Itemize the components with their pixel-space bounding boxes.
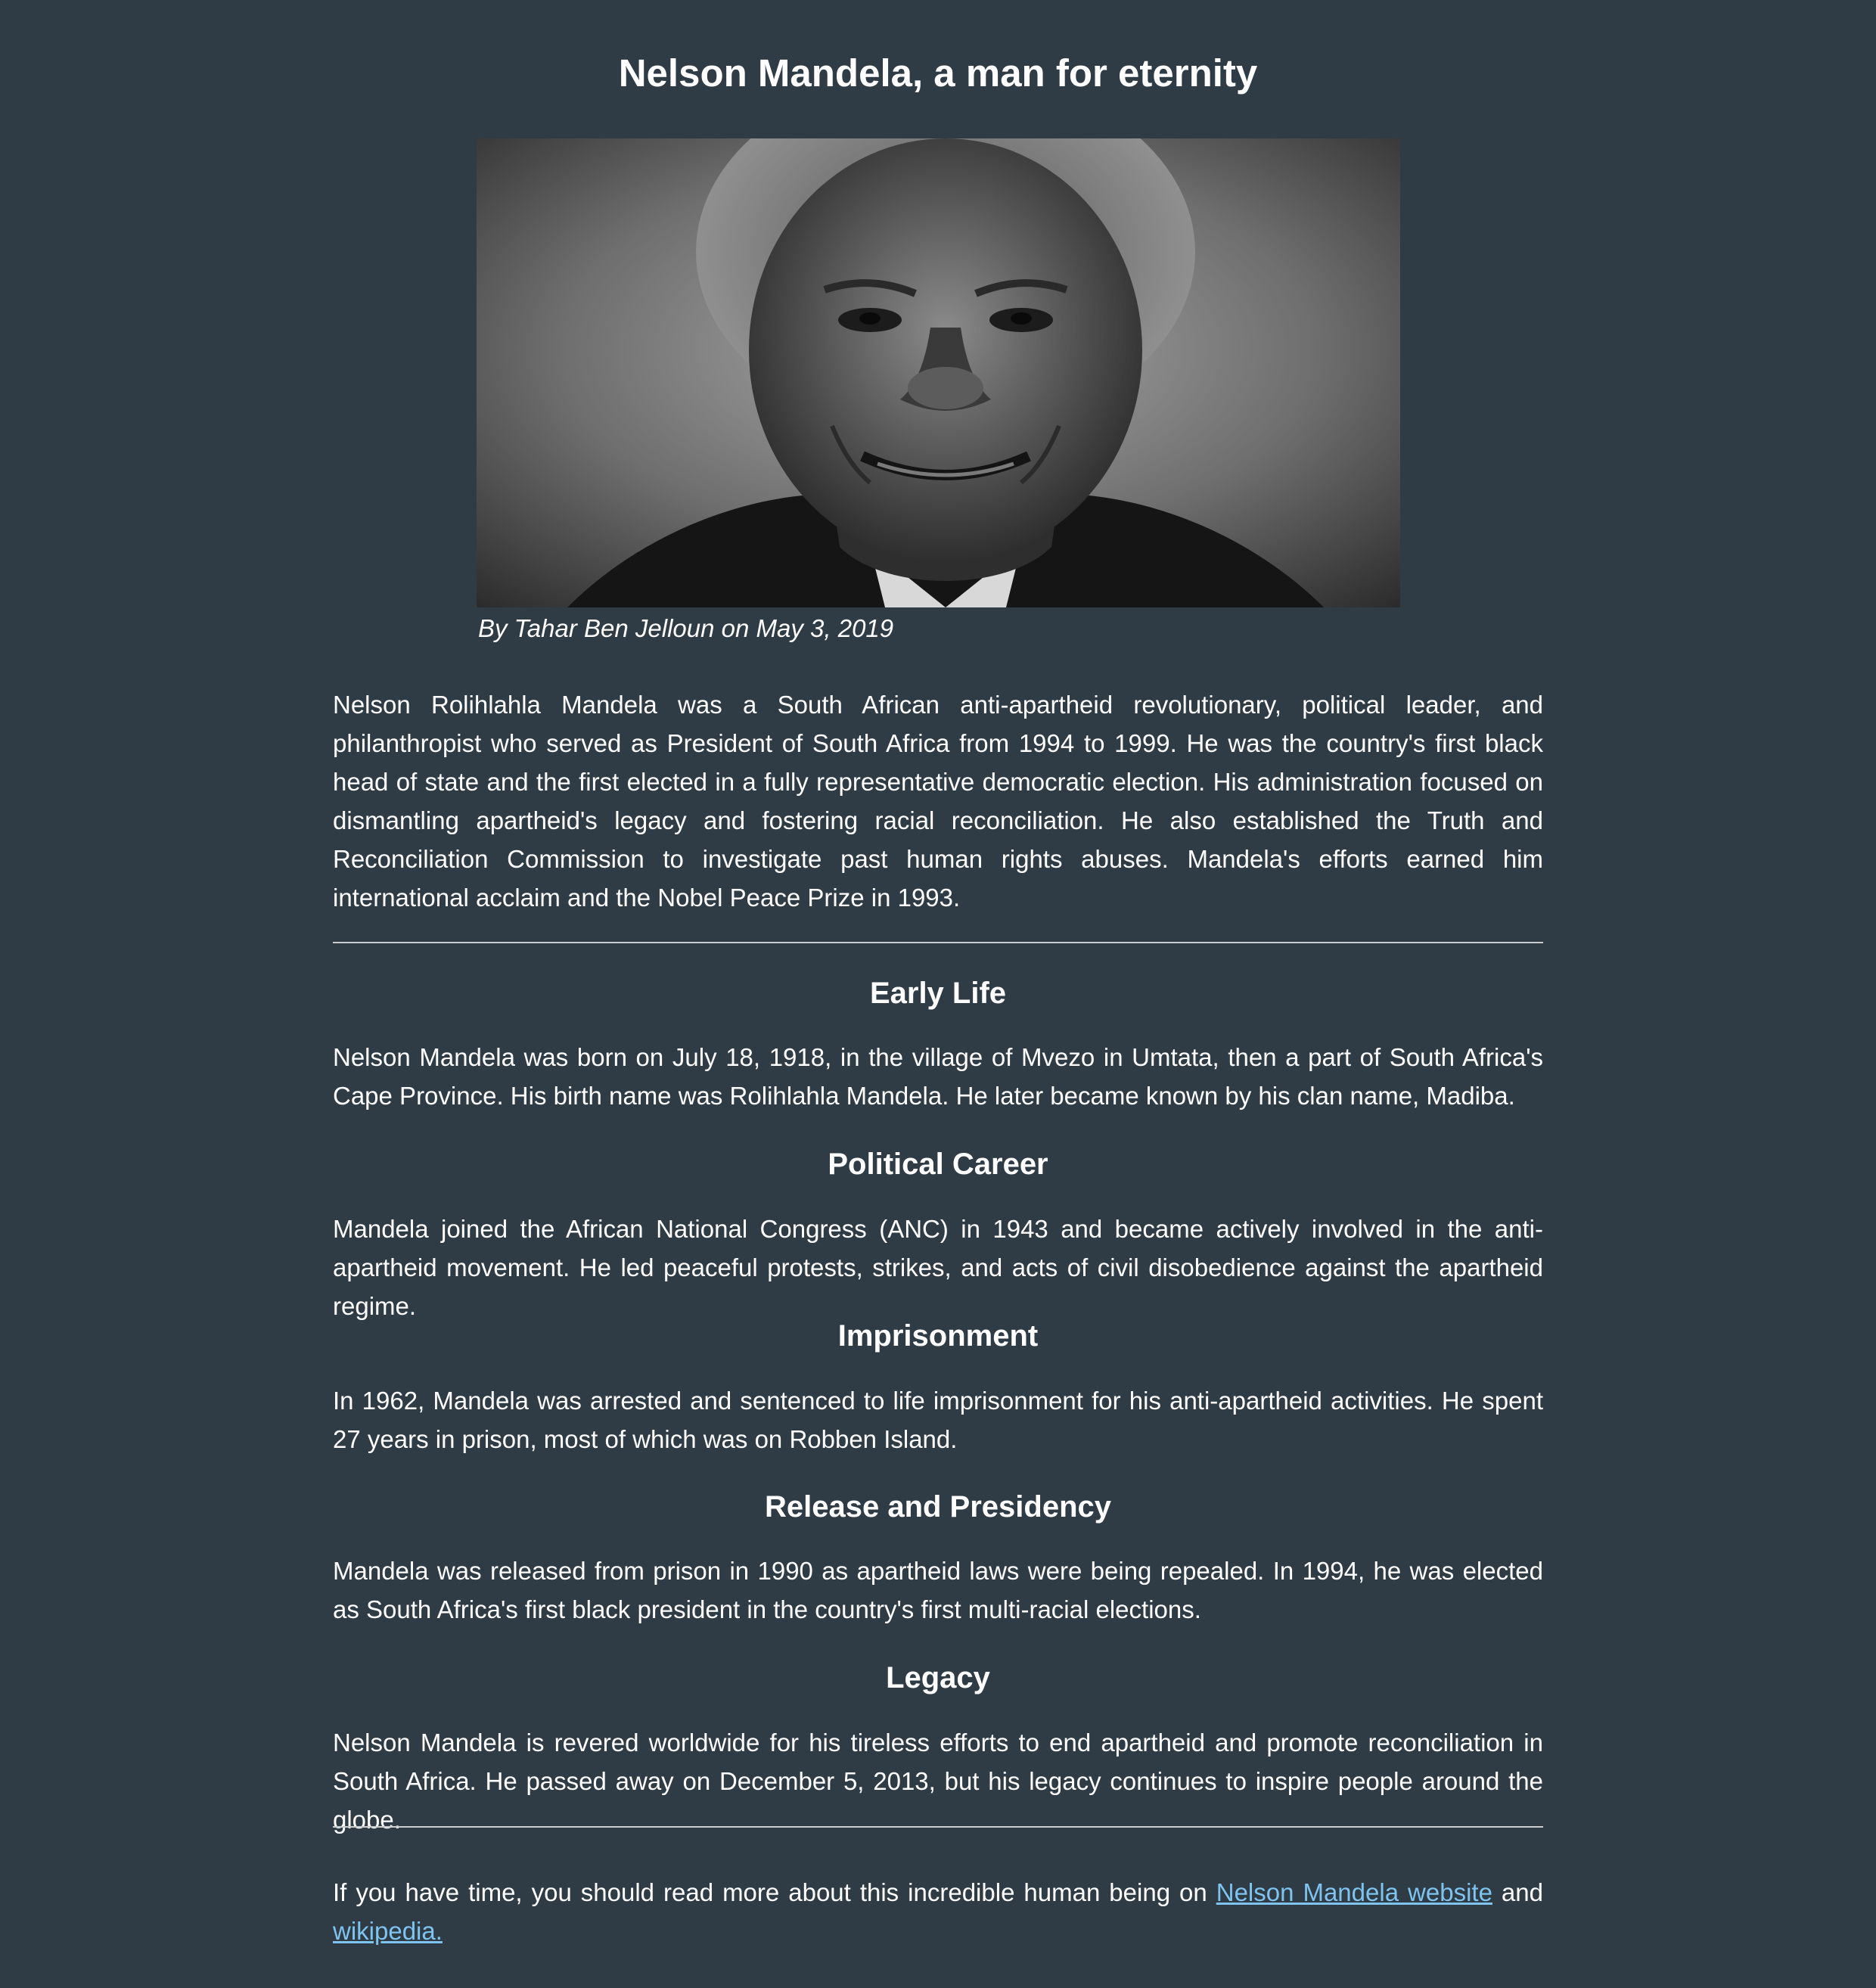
intro-paragraph: Nelson Rolihlahla Mandela was a South Af… <box>333 691 1543 912</box>
heading-early-life: Early Life <box>869 977 1007 1010</box>
page-title: Nelson Mandela, a man for eternity <box>618 51 1258 95</box>
paragraph-legacy: Nelson Mandela is revered worldwide for … <box>333 1729 1543 1834</box>
footer-text-before: If you have time, you should read more a… <box>333 1878 1216 1906</box>
paragraph-imprisonment: In 1962, Mandela was arrested and senten… <box>333 1387 1543 1453</box>
footer-paragraph: If you have time, you should read more a… <box>333 1873 1543 1950</box>
section-political-career: Mandela joined the African National Cong… <box>333 1210 1543 1325</box>
wikipedia-link[interactable]: wikipedia. <box>333 1917 443 1945</box>
paragraph-early-life: Nelson Mandela was born on July 18, 1918… <box>333 1043 1543 1110</box>
heading-political-career: Political Career <box>828 1148 1048 1181</box>
nelson-mandela-website-link[interactable]: Nelson Mandela website <box>1216 1878 1492 1906</box>
divider-top <box>333 942 1543 943</box>
paragraph-political-career: Mandela joined the African National Cong… <box>333 1215 1543 1320</box>
heading-legacy: Legacy <box>886 1661 990 1694</box>
footer-section: If you have time, you should read more a… <box>333 1873 1543 1950</box>
section-imprisonment: In 1962, Mandela was arrested and senten… <box>333 1381 1543 1458</box>
article-page: Nelson Mandela, a man for eternity By Ta… <box>0 0 1876 1988</box>
portrait-photo <box>477 138 1400 607</box>
heading-release-presidency: Release and Presidency <box>764 1490 1112 1524</box>
heading-imprisonment: Imprisonment <box>837 1319 1039 1353</box>
section-release-presidency: Mandela was released from prison in 1990… <box>333 1552 1543 1629</box>
section-legacy: Nelson Mandela is revered worldwide for … <box>333 1723 1543 1839</box>
divider-bottom <box>333 1826 1543 1828</box>
byline: By Tahar Ben Jelloun on May 3, 2019 <box>478 614 894 642</box>
section-early-life: Nelson Mandela was born on July 18, 1918… <box>333 1038 1543 1115</box>
intro-section: Nelson Rolihlahla Mandela was a South Af… <box>333 685 1543 917</box>
paragraph-release-presidency: Mandela was released from prison in 1990… <box>333 1557 1543 1623</box>
footer-text-between: and <box>1492 1878 1543 1906</box>
